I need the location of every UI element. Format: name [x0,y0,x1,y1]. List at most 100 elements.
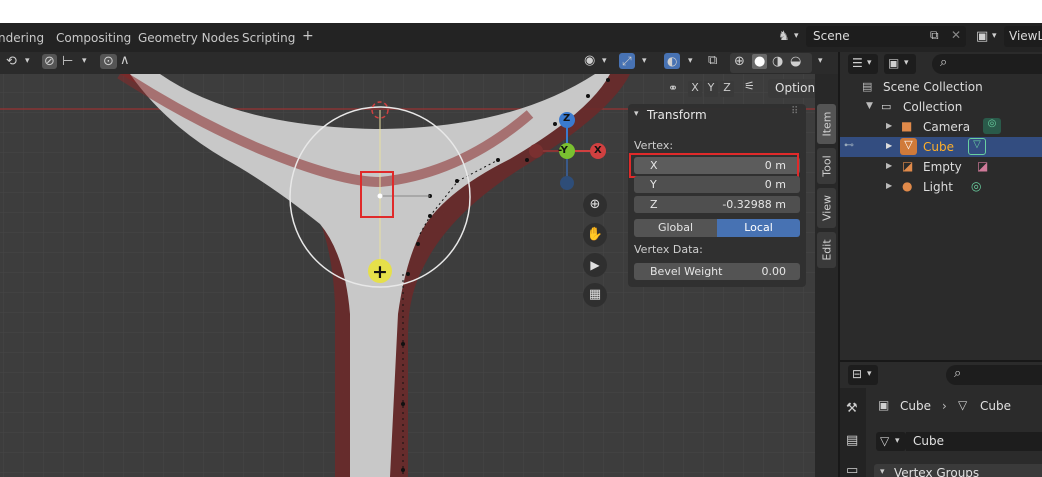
editor-type-button[interactable]: ⊟ ▾ [848,365,878,385]
search-icon: ⌕ [954,366,962,381]
global-button[interactable]: Global [634,219,717,237]
solid-shading-icon[interactable]: ● [752,54,768,69]
gizmo-y-label: -Y [558,145,568,156]
scene-selector-button[interactable]: ♞ ▾ [774,26,804,48]
view-layer-field[interactable]: ViewL [1004,26,1042,47]
mesh-data-icon: ▽ [958,398,968,412]
collection-icon: ▭ [881,100,892,113]
highlight-box-x-field [629,153,799,178]
vertex-z-field[interactable]: Z -0.32988 m [634,196,800,213]
tab-item[interactable]: Item [817,104,836,144]
item-label: Cube [923,140,954,154]
mirror-icon[interactable]: ⚭ [668,82,678,94]
add-workspace-button[interactable]: + [302,28,314,44]
camera-icon: ■ [901,119,913,133]
tab-compositing[interactable]: Compositing [56,31,131,45]
scene-collection-icon: ▤ [862,80,873,93]
expand-arrow-icon[interactable]: ▶ [886,141,892,150]
axis-x-button[interactable]: X [688,81,702,97]
drag-handle-icon[interactable]: ⠿ [791,106,798,117]
snap-icon[interactable]: ⊘ [42,54,57,69]
tab-geometry-nodes[interactable]: Geometry Nodes [138,31,239,45]
chevron-down-icon: ▾ [25,56,30,66]
search-input[interactable]: ⌕ [932,54,1042,74]
overlays-icon[interactable]: ◐ [664,53,681,69]
chevron-down-icon: ▾ [602,56,607,66]
expand-arrow-icon[interactable]: ▼ [866,101,873,111]
outliner-item-cube[interactable]: ▶ ▽ Cube ▽ [840,137,1042,157]
outliner-scene-collection[interactable]: ▤ Scene Collection [840,77,1042,97]
tab-label: Edit [820,239,833,261]
camera-view-icon[interactable]: ▶ [583,253,607,277]
tool-icon[interactable]: ⚒ [846,402,858,415]
grid-ortho-icon[interactable]: ▦ [583,283,607,307]
tab-rendering[interactable]: ndering [0,31,44,45]
transform-pivot-icon[interactable]: ⟲ [6,55,17,68]
wireframe-shading-icon[interactable]: ⊕ [734,55,745,68]
render-icon[interactable]: ▤ [846,434,858,447]
image-data-icon[interactable]: ◪ [977,159,988,173]
vertex-y-field[interactable]: Y 0 m [634,176,800,193]
chevron-down-icon: ▾ [82,56,87,66]
visibility-icon[interactable]: ◉ [584,54,595,67]
outliner-collection[interactable]: ▼ ▭ Collection [840,97,1042,117]
chevron-down-icon: ▾ [992,31,997,41]
outliner-item-empty[interactable]: ▶ ◪ Empty ◪ [840,157,1042,177]
outliner-display-icon: ☰ [852,56,863,70]
rendered-shading-icon[interactable]: ◒ [790,55,801,68]
breadcrumb-separator-icon: › [942,399,947,413]
axis-y-button[interactable]: Y [704,81,718,97]
collapse-arrow-icon[interactable]: ▾ [634,109,639,119]
collapse-arrow-icon: ▾ [880,467,885,477]
mesh-icon: ▽ [900,138,917,155]
view-layer-icon: ▣ [976,29,989,44]
display-mode-button[interactable]: ☰ ▾ [848,54,878,74]
item-label: Camera [923,120,971,134]
light-icon: ● [902,179,913,193]
vertex-select-icon[interactable]: ⊷ [844,140,854,151]
expand-arrow-icon[interactable]: ▶ [886,161,892,170]
falloff-icon[interactable]: ∧ [120,54,130,67]
properties-tab-column: ⚒ ▤ ▭ [840,388,866,477]
field-label: Bevel Weight [650,265,723,278]
tab-edit[interactable]: Edit [817,232,836,268]
expand-arrow-icon[interactable]: ▶ [886,121,892,130]
axis-z-button[interactable]: Z [720,81,734,97]
snap-target-icon[interactable]: ⊢ [62,55,73,68]
item-label: Empty [923,160,962,174]
light-data-icon[interactable]: ◎ [971,179,981,193]
zoom-icon[interactable]: ⊕ [583,193,607,217]
filter-button[interactable]: ▣ ▾ [884,54,916,74]
mesh-name-field[interactable]: Cube [906,432,1042,451]
material-shading-icon[interactable]: ◑ [772,55,783,68]
expand-arrow-icon[interactable]: ▶ [886,181,892,190]
mesh-data-icon[interactable]: ▽ [968,138,986,155]
tab-scripting[interactable]: Scripting [242,31,295,45]
local-button[interactable]: Local [717,219,800,237]
properties-search-input[interactable]: ⌕ [946,365,1042,385]
camera-data-icon[interactable]: ◎ [983,118,1001,134]
copy-scene-icon[interactable]: ⧉ [930,29,939,41]
filter-icon: ▣ [888,56,900,70]
chevron-down-icon: ▾ [642,56,647,66]
outliner-item-light[interactable]: ▶ ● Light ◎ [840,177,1042,197]
pan-hand-icon[interactable]: ✋ [583,223,607,247]
outliner-item-camera[interactable]: ▶ ■ Camera ◎ [840,117,1042,137]
svg-text:+: + [372,261,388,283]
scene-name-field[interactable]: Scene ⧉ ✕ [806,26,966,47]
view-layer-selector-button[interactable]: ▣ ▾ [972,26,1004,47]
proportional-edit-icon[interactable]: ⊙ [100,54,117,69]
vertex-groups-panel-header[interactable]: ▾ Vertex Groups [874,464,1042,477]
tab-label: Tool [820,155,833,177]
close-icon[interactable]: ✕ [951,29,961,41]
vertex-label: Vertex: [634,139,674,152]
gizmo-toggle-icon[interactable]: ⤢ [619,53,635,69]
chevron-down-icon: ▾ [904,58,909,68]
tab-view[interactable]: View [817,188,836,228]
mesh-browse-button[interactable]: ▽ ▾ [876,432,906,451]
xray-icon[interactable]: ⧉ [708,54,717,67]
tab-tool[interactable]: Tool [817,148,836,184]
output-icon[interactable]: ▭ [846,464,858,477]
bevel-weight-field[interactable]: Bevel Weight 0.00 [634,263,800,280]
auto-merge-icon[interactable]: ⚟ [744,80,755,92]
